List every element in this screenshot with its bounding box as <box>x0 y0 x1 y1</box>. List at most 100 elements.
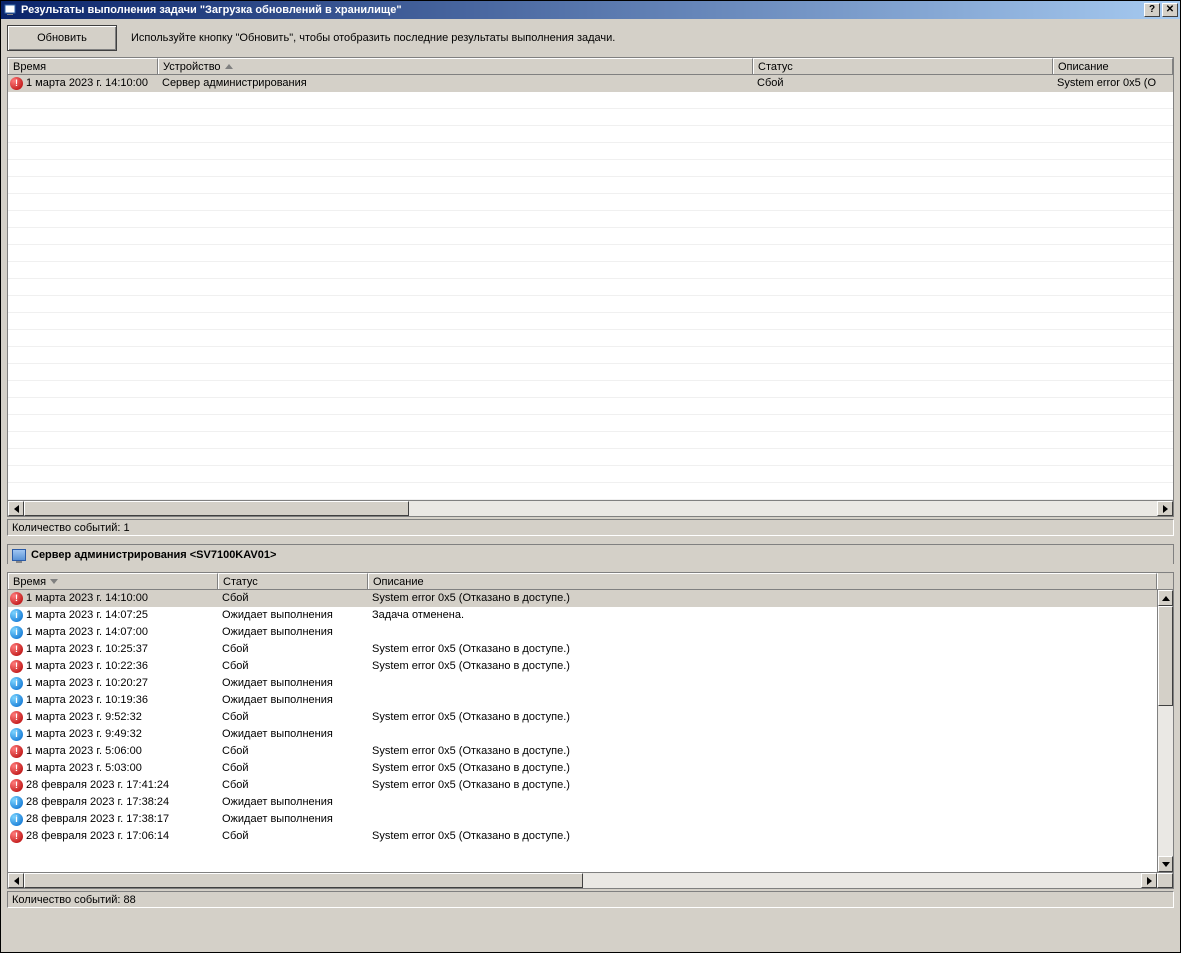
column-description[interactable]: Описание <box>1053 58 1173 74</box>
error-icon: ! <box>10 779 23 792</box>
cell-status: Сбой <box>218 828 368 844</box>
horizontal-scrollbar[interactable] <box>8 500 1173 516</box>
cell-description: System error 0x5 (Отказано в доступе.) <box>368 641 1157 657</box>
cell-description: System error 0x5 (Отказано в доступе.) <box>368 828 1157 844</box>
table-row[interactable]: !1 марта 2023 г. 14:10:00Сервер админист… <box>8 75 1173 92</box>
table-row[interactable]: i1 марта 2023 г. 14:07:25 Ожидает выполне… <box>8 607 1157 624</box>
table-row[interactable]: !1 марта 2023 г. 14:10:00СбойSystem erro… <box>8 590 1157 607</box>
close-button[interactable]: ✕ <box>1162 3 1178 17</box>
table-row[interactable]: !1 марта 2023 г. 5:06:00СбойSystem error… <box>8 743 1157 760</box>
scroll-thumb[interactable] <box>24 873 583 888</box>
cell-description <box>368 726 1157 742</box>
cell-description: System error 0x5 (Отказано в доступе.) <box>368 760 1157 776</box>
cell-status: Сбой <box>218 709 368 725</box>
cell-time: 1 марта 2023 г. 10:25:37 <box>26 643 148 655</box>
table-row[interactable]: !28 февраля 2023 г. 17:41:24СбойSystem e… <box>8 777 1157 794</box>
scroll-right-button[interactable] <box>1157 501 1173 516</box>
scroll-thumb[interactable] <box>24 501 409 516</box>
server-icon <box>12 549 26 561</box>
grid-header: Время Устройство Статус Описание <box>8 58 1173 75</box>
cell-status: Сбой <box>218 658 368 674</box>
detail-header: Сервер администрирования <SV7100KAV01> <box>7 544 1174 564</box>
cell-time: 1 марта 2023 г. 14:10:00 <box>26 77 148 89</box>
table-row[interactable]: !1 марта 2023 г. 10:22:36 СбойSystem erro… <box>8 658 1157 675</box>
column-time[interactable]: Время <box>8 58 158 74</box>
titlebar[interactable]: Результаты выполнения задачи "Загрузка о… <box>1 1 1180 19</box>
detail-horizontal-scrollbar[interactable] <box>8 872 1173 888</box>
cell-status: Ожидает выполнения <box>218 675 368 691</box>
cell-status: Ожидает выполнения <box>218 624 368 640</box>
cell-time: 1 марта 2023 г. 5:03:00 <box>26 762 142 774</box>
cell-time: 1 марта 2023 г. 14:07:25 <box>26 609 148 621</box>
info-icon: i <box>10 677 23 690</box>
cell-device: Сервер администрирования <box>158 75 753 91</box>
error-icon: ! <box>10 711 23 724</box>
scroll-left-button[interactable] <box>8 501 24 516</box>
cell-time: 28 февраля 2023 г. 17:06:14 <box>26 830 169 842</box>
scroll-right-button[interactable] <box>1141 873 1157 888</box>
vertical-scrollbar[interactable] <box>1157 590 1173 872</box>
cell-description <box>368 811 1157 827</box>
cell-status: Сбой <box>218 641 368 657</box>
table-row[interactable]: i1 марта 2023 г. 10:19:36Ожидает выполне… <box>8 692 1157 709</box>
refresh-button[interactable]: Обновить <box>7 25 117 51</box>
table-row[interactable]: i1 марта 2023 г. 14:07:00Ожидает выполне… <box>8 624 1157 641</box>
cell-time: 1 марта 2023 г. 10:19:36 <box>26 694 148 706</box>
cell-status: Сбой <box>753 75 1053 91</box>
detail-grid-header: Время Статус Описание <box>8 573 1173 590</box>
table-row[interactable]: i1 марта 2023 г. 9:49:32Ожидает выполнен… <box>8 726 1157 743</box>
scroll-track[interactable] <box>24 501 1157 516</box>
scroll-thumb[interactable] <box>1158 606 1173 706</box>
help-button[interactable]: ? <box>1144 3 1160 17</box>
cell-description <box>368 624 1157 640</box>
cell-status: Ожидает выполнения <box>218 607 368 623</box>
cell-time: 1 марта 2023 г. 10:20:27 <box>26 677 148 689</box>
error-icon: ! <box>10 643 23 656</box>
cell-time: 1 марта 2023 г. 5:06:00 <box>26 745 142 757</box>
error-icon: ! <box>10 830 23 843</box>
cell-status: Сбой <box>218 777 368 793</box>
column-device[interactable]: Устройство <box>158 58 753 74</box>
cell-time: 1 марта 2023 г. 9:49:32 <box>26 728 142 740</box>
table-row[interactable]: !1 марта 2023 г. 9:52:32СбойSystem error… <box>8 709 1157 726</box>
scroll-track[interactable] <box>24 873 1141 888</box>
error-icon: ! <box>10 762 23 775</box>
table-row[interactable]: !28 февраля 2023 г. 17:06:14 СбойSystem e… <box>8 828 1157 845</box>
window-title: Результаты выполнения задачи "Загрузка о… <box>21 4 1144 16</box>
cell-description: System error 0x5 (О <box>1053 75 1173 91</box>
table-row[interactable]: i28 февраля 2023 г. 17:38:17Ожидает выпо… <box>8 811 1157 828</box>
info-icon: i <box>10 796 23 809</box>
error-icon: ! <box>10 592 23 605</box>
scroll-track[interactable] <box>1158 606 1173 856</box>
info-icon: i <box>10 609 23 622</box>
table-row[interactable]: i1 марта 2023 г. 10:20:27 Ожидает выполне… <box>8 675 1157 692</box>
event-count-status: Количество событий: 1 <box>7 519 1174 536</box>
scroll-down-button[interactable] <box>1158 856 1173 872</box>
cell-time: 28 февраля 2023 г. 17:41:24 <box>26 779 169 791</box>
cell-description: System error 0x5 (Отказано в доступе.) <box>368 658 1157 674</box>
table-row[interactable]: !1 марта 2023 г. 10:25:37 СбойSystem erro… <box>8 641 1157 658</box>
detail-grid: Время Статус Описание !1 марта 2023 г. 1… <box>7 572 1174 889</box>
scroll-left-button[interactable] <box>8 873 24 888</box>
column-status[interactable]: Статус <box>753 58 1053 74</box>
cell-description: System error 0x5 (Отказано в доступе.) <box>368 590 1157 606</box>
detail-header-text: Сервер администрирования <SV7100KAV01> <box>31 549 276 561</box>
cell-time: 1 марта 2023 г. 10:22:36 <box>26 660 148 672</box>
info-icon: i <box>10 626 23 639</box>
cell-description: Задача отменена. <box>368 607 1157 623</box>
error-icon: ! <box>10 660 23 673</box>
scroll-up-button[interactable] <box>1158 590 1173 606</box>
table-row[interactable]: !1 марта 2023 г. 5:03:00 СбойSystem error… <box>8 760 1157 777</box>
cell-description <box>368 692 1157 708</box>
detail-column-time[interactable]: Время <box>8 573 218 589</box>
table-row[interactable]: i28 февраля 2023 г. 17:38:24Ожидает выпо… <box>8 794 1157 811</box>
dialog-window: Результаты выполнения задачи "Загрузка о… <box>0 0 1181 953</box>
cell-description: System error 0x5 (Отказано в доступе.) <box>368 709 1157 725</box>
detail-column-status[interactable]: Статус <box>218 573 368 589</box>
cell-status: Ожидает выполнения <box>218 794 368 810</box>
cell-status: Сбой <box>218 760 368 776</box>
detail-column-description[interactable]: Описание <box>368 573 1157 589</box>
cell-status: Ожидает выполнения <box>218 692 368 708</box>
error-icon: ! <box>10 745 23 758</box>
results-grid: Время Устройство Статус Описание !1 март… <box>7 57 1174 517</box>
